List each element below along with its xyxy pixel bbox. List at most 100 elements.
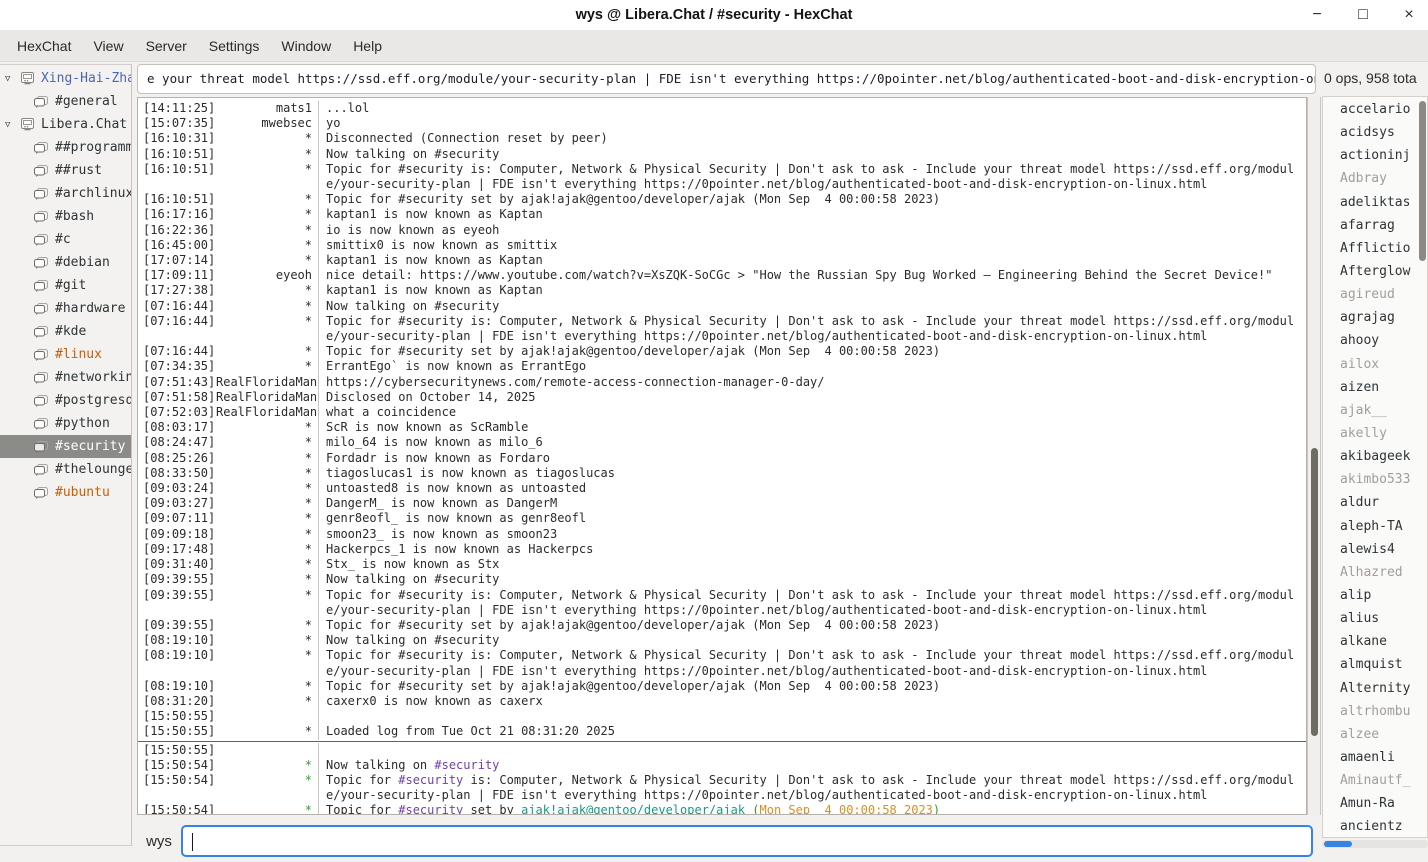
tree-channel-row[interactable]: ##programmi	[0, 136, 131, 159]
message-input[interactable]	[181, 825, 1313, 857]
chat-message-text: Fordadr is now known as Fordaro	[318, 451, 1306, 466]
user-list-scrollbar-thumb[interactable]	[1419, 101, 1426, 261]
user-list-item[interactable]: Aminautf_	[1323, 769, 1427, 792]
tree-channel-row[interactable]: #networking	[0, 366, 131, 389]
tree-channel-row[interactable]: #linux	[0, 343, 131, 366]
tree-item-label: #archlinux	[55, 186, 131, 201]
user-list-item[interactable]: ailox	[1323, 353, 1427, 376]
chat-line: [07:16:44]*Topic for #security set by aj…	[138, 344, 1306, 359]
chat-message-text: ErrantEgo` is now known as ErrantEgo	[318, 359, 1306, 374]
chat-message-text: caxerx0 is now known as caxerx	[318, 694, 1306, 709]
user-list-item[interactable]: amaenli	[1323, 746, 1427, 769]
user-list-item[interactable]: akibageek	[1323, 445, 1427, 468]
tree-channel-row[interactable]: #archlinux	[0, 182, 131, 205]
tree-channel-row[interactable]: #git	[0, 274, 131, 297]
chat-line: [07:51:43]RealFloridaManhttps://cybersec…	[138, 375, 1306, 390]
tree-channel-row[interactable]: #general	[0, 90, 131, 113]
user-list-item[interactable]: agireud	[1323, 283, 1427, 306]
menu-server[interactable]: Server	[135, 32, 198, 60]
chat-nick: *	[216, 511, 318, 526]
menu-help[interactable]: Help	[342, 32, 393, 60]
tree-channel-row[interactable]: #c	[0, 228, 131, 251]
tree-expander-icon[interactable]: ▽	[5, 120, 20, 130]
user-list-item[interactable]: akelly	[1323, 422, 1427, 445]
chat-message-text: tiagoslucas1 is now known as tiagoslucas	[318, 466, 1306, 481]
user-nick: Afflictio	[1340, 241, 1410, 256]
tree-channel-row[interactable]: #hardware	[0, 297, 131, 320]
tree-channel-row[interactable]: ##rust	[0, 159, 131, 182]
chat-message-text: nice detail: https://www.youtube.com/wat…	[318, 268, 1306, 283]
user-list-item[interactable]: ajak__	[1323, 399, 1427, 422]
user-list-item[interactable]: aldur	[1323, 491, 1427, 514]
user-list-item[interactable]: almquist	[1323, 653, 1427, 676]
user-list-item[interactable]: Alhazred	[1323, 561, 1427, 584]
chat-line: [09:09:18]*smoon23_ is now known as smoo…	[138, 527, 1306, 542]
user-nick: Adbray	[1340, 171, 1387, 186]
maximize-icon[interactable]: □	[1354, 7, 1372, 23]
tree-channel-row[interactable]: #python	[0, 412, 131, 435]
user-list-item[interactable]: Amun-Ra	[1323, 792, 1427, 815]
menu-hexchat[interactable]: HexChat	[6, 32, 82, 60]
minimize-icon[interactable]: −	[1308, 7, 1326, 23]
chat-message-text: Loaded log from Tue Oct 21 08:31:20 2025	[318, 724, 1306, 739]
user-list-item[interactable]: afarrag	[1323, 214, 1427, 237]
tree-channel-row[interactable]: #postgresql	[0, 389, 131, 412]
chat-line: [08:24:47]*milo_64 is now known as milo_…	[138, 435, 1306, 450]
chat-nick: *	[216, 207, 318, 222]
tree-item-label: #networking	[55, 370, 131, 385]
user-list-item[interactable]: adeliktas	[1323, 191, 1427, 214]
user-list-item[interactable]: accelario	[1323, 98, 1427, 121]
user-list-item[interactable]: alewis4	[1323, 538, 1427, 561]
chat-line: [08:03:17]*ScR is now known as ScRamble	[138, 420, 1306, 435]
topic-input[interactable]: e your threat model https://ssd.eff.org/…	[137, 64, 1316, 94]
user-list-item[interactable]: alzee	[1323, 723, 1427, 746]
user-list-item[interactable]: actioninj	[1323, 144, 1427, 167]
user-list-item[interactable]: aizen	[1323, 376, 1427, 399]
chat-timestamp: [16:10:51]	[138, 162, 216, 192]
user-list-item[interactable]: alkane	[1323, 630, 1427, 653]
user-list-item[interactable]: Afflictio	[1323, 237, 1427, 260]
chat-timestamp: [16:45:00]	[138, 238, 216, 253]
chat-message-text: untoasted8 is now known as untoasted	[318, 481, 1306, 496]
chat-message-text: smittix0 is now known as smittix	[318, 238, 1306, 253]
channel-icon	[33, 394, 49, 408]
user-list-item[interactable]: Adbray	[1323, 167, 1427, 190]
chat-nick: *	[216, 648, 318, 678]
user-list-item[interactable]: aleph-TA	[1323, 515, 1427, 538]
user-list-hscrollbar[interactable]	[1322, 840, 1428, 848]
user-list-item[interactable]: agrajag	[1323, 306, 1427, 329]
tree-expander-icon[interactable]: ▽	[5, 74, 20, 84]
chat-timestamp: [07:16:44]	[138, 299, 216, 314]
user-list-item[interactable]: Afterglow	[1323, 260, 1427, 283]
menu-settings[interactable]: Settings	[198, 32, 271, 60]
tree-channel-row[interactable]: #kde	[0, 320, 131, 343]
chat-line: [07:51:58]RealFloridaManDisclosed on Oct…	[138, 390, 1306, 405]
chat-timestamp: [07:16:44]	[138, 314, 216, 344]
menu-window[interactable]: Window	[270, 32, 342, 60]
user-list-item[interactable]: ancientz	[1323, 815, 1427, 838]
chat-nick: *	[216, 758, 318, 773]
user-list-hscrollbar-thumb[interactable]	[1324, 841, 1352, 847]
menu-view[interactable]: View	[82, 32, 134, 60]
close-icon[interactable]: ×	[1400, 7, 1418, 23]
tree-channel-row[interactable]: #debian	[0, 251, 131, 274]
tree-channel-row[interactable]: #security	[0, 435, 131, 458]
user-list-item[interactable]: acidsys	[1323, 121, 1427, 144]
user-list-item[interactable]: ahooy	[1323, 329, 1427, 352]
chat-nick: *	[216, 131, 318, 146]
tree-server-row[interactable]: ▽Xing-Hai-Zhan	[0, 67, 131, 90]
chat-scrollbar[interactable]	[1307, 97, 1321, 815]
tree-channel-row[interactable]: #ubuntu	[0, 481, 131, 504]
user-list-item[interactable]: alip	[1323, 584, 1427, 607]
tree-server-row[interactable]: ▽Libera.Chat	[0, 113, 131, 136]
user-list-item[interactable]: altrhombu	[1323, 700, 1427, 723]
chat-scrollbar-thumb[interactable]	[1311, 448, 1318, 736]
chat-timestamp: [07:51:58]	[138, 390, 216, 405]
tree-channel-row[interactable]: #thelounge	[0, 458, 131, 481]
tree-channel-row[interactable]: #bash	[0, 205, 131, 228]
channel-icon	[33, 440, 49, 454]
chat-message-text: Topic for #security is: Computer, Networ…	[318, 648, 1306, 678]
user-list-item[interactable]: akimbo533	[1323, 468, 1427, 491]
user-list-item[interactable]: alius	[1323, 607, 1427, 630]
user-list-item[interactable]: Alternity	[1323, 677, 1427, 700]
